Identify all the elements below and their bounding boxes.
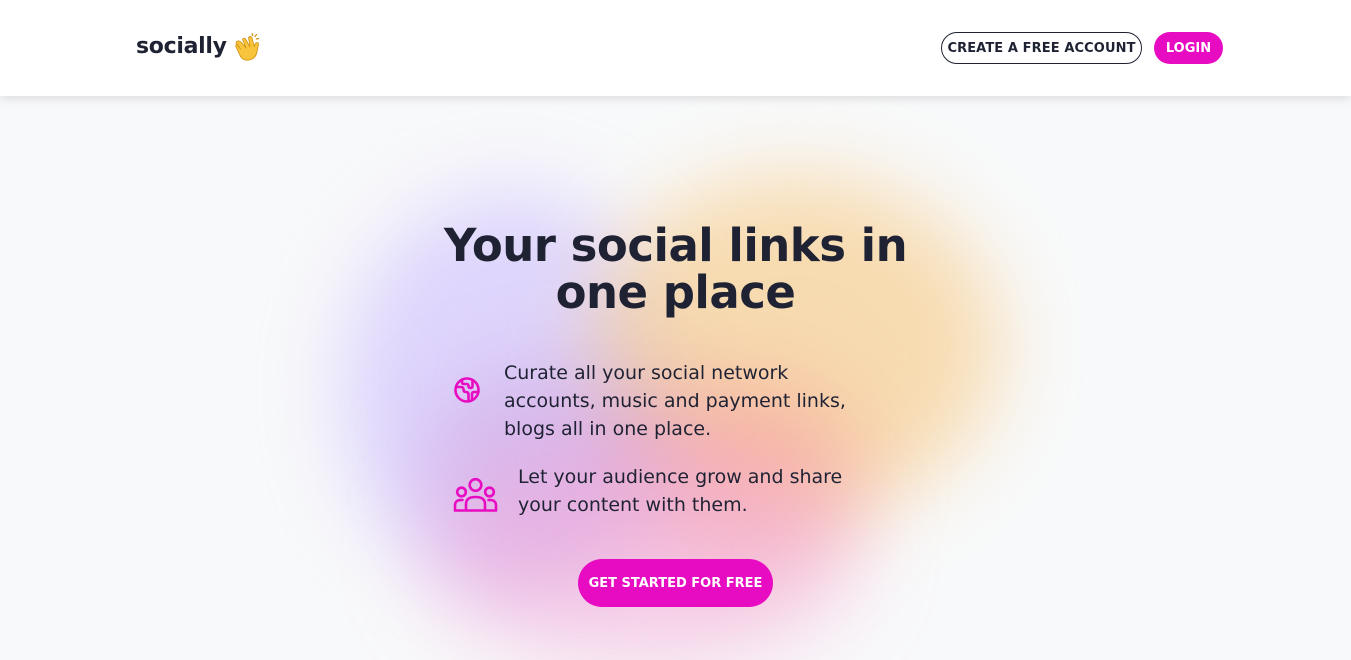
navbar: socially CREATE A FREE ACCOUNT LOGIN (0, 0, 1351, 96)
globe-icon (453, 376, 481, 443)
users-group-icon (453, 477, 498, 519)
login-button[interactable]: LOGIN (1154, 32, 1223, 64)
hero-title: Your social links in one place (443, 219, 908, 319)
feature-text-audience: Let your audience grow and share your co… (518, 466, 843, 516)
feature-text-curate: Curate all your social network accounts,… (504, 362, 846, 440)
brand-name: socially (136, 34, 227, 59)
clapping-hands-icon (233, 32, 261, 62)
feature-item-audience: Let your audience grow and share your co… (453, 463, 888, 519)
get-started-button[interactable]: GET STARTED FOR FREE (578, 559, 773, 607)
create-free-account-button[interactable]: CREATE A FREE ACCOUNT (941, 32, 1142, 64)
logo[interactable]: socially (136, 31, 261, 63)
feature-item-curate: Curate all your social network accounts,… (453, 359, 884, 443)
